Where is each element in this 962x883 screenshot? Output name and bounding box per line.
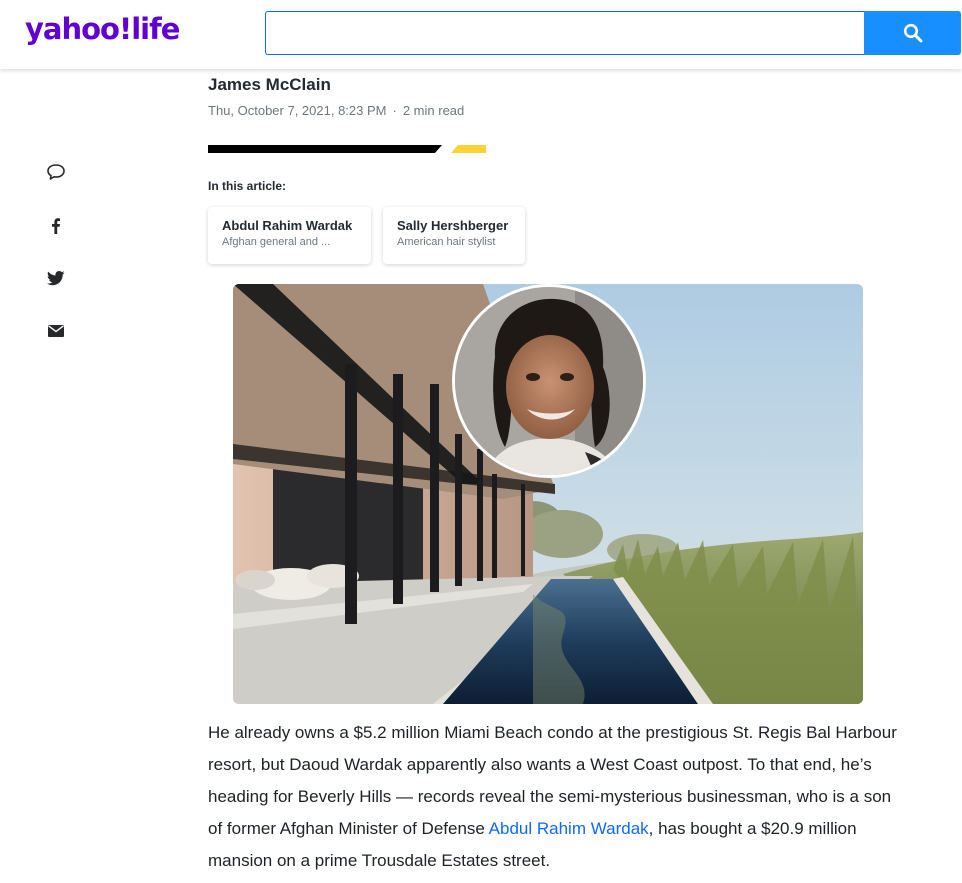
- search-bar: [265, 11, 961, 55]
- entity-card-abdul-rahim-wardak[interactable]: Abdul Rahim Wardak Afghan general and ..…: [208, 207, 371, 264]
- email-share-button[interactable]: [44, 319, 68, 343]
- search-button[interactable]: [864, 11, 961, 55]
- entity-description: American hair stylist: [397, 236, 496, 248]
- in-this-article-label: In this article:: [208, 179, 287, 193]
- divider-yellow-bar: [451, 145, 486, 153]
- entity-description: Afghan general and ...: [222, 236, 331, 248]
- yahoo-life-logo[interactable]: yahoo!life: [25, 12, 180, 46]
- search-icon: [903, 23, 922, 43]
- search-input[interactable]: [265, 11, 864, 55]
- article-meta: Thu, October 7, 2021, 8:23 PM · 2 min read: [208, 103, 464, 118]
- divider-black-bar: [208, 145, 442, 153]
- entity-card-sally-hershberger[interactable]: Sally Hershberger American hair stylist: [383, 207, 525, 264]
- facebook-share-button[interactable]: [44, 214, 68, 238]
- twitter-icon: [47, 271, 65, 286]
- publish-date: Thu, October 7, 2021, 8:23 PM: [208, 103, 387, 118]
- entity-name: Abdul Rahim Wardak: [222, 218, 353, 233]
- article-body-paragraph: He already owns a $5.2 million Miami Bea…: [208, 717, 898, 877]
- meta-separator: ·: [392, 103, 397, 118]
- site-header: yahoo!life: [0, 0, 962, 69]
- abdul-rahim-wardak-link[interactable]: Abdul Rahim Wardak: [489, 819, 649, 838]
- facebook-icon: [52, 218, 60, 234]
- author-name[interactable]: James McClain: [208, 75, 331, 95]
- comment-button[interactable]: [44, 160, 68, 184]
- read-time: 2 min read: [402, 103, 465, 118]
- twitter-share-button[interactable]: [44, 266, 68, 290]
- portrait-photo: [452, 284, 646, 478]
- entity-name: Sally Hershberger: [397, 218, 509, 233]
- comment-icon: [47, 164, 65, 180]
- mail-icon: [48, 325, 64, 337]
